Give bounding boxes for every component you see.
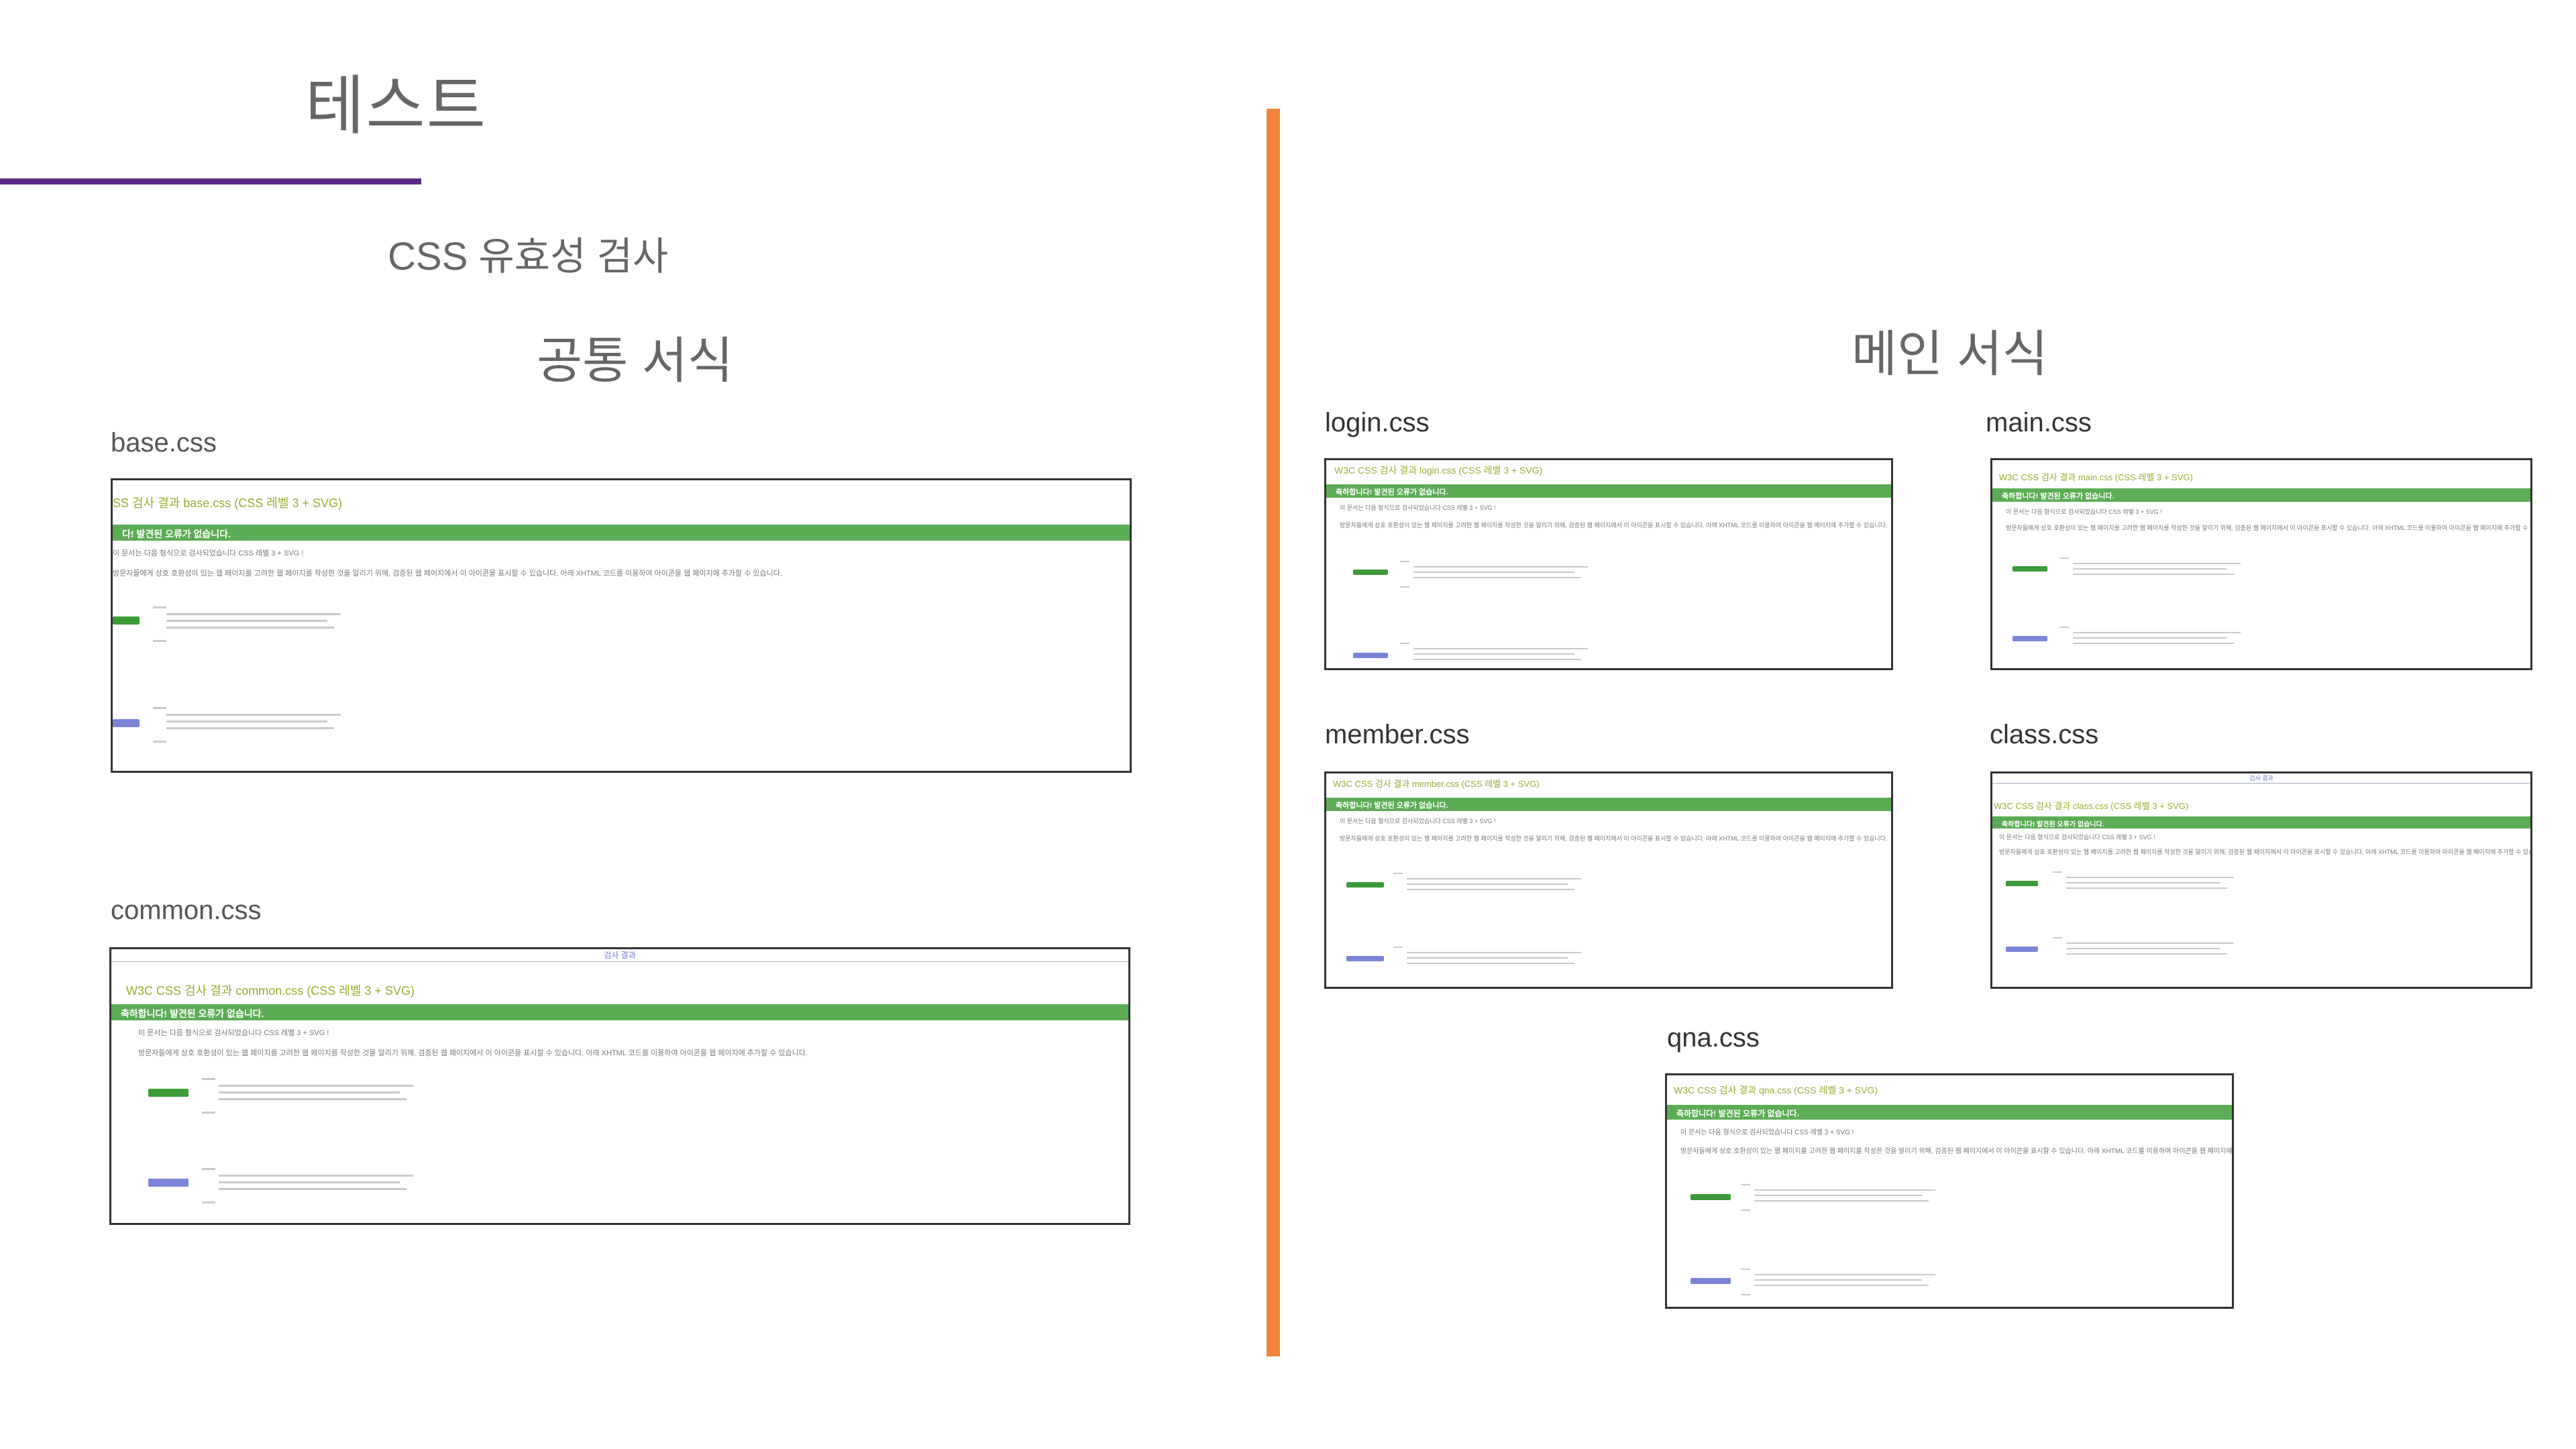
file-label-class: class.css <box>1990 720 2099 749</box>
valid-css-badge <box>1690 1194 1731 1200</box>
vertical-divider <box>1267 109 1280 1356</box>
section-title-main: 메인 서식 <box>1851 326 2048 382</box>
valid-css-badge <box>1353 653 1388 658</box>
screenshot-member: W3C CSS 검사 결과 member.css (CSS 레벨 3 + SVG… <box>1324 771 1893 989</box>
valid-css-badge <box>2006 881 2038 886</box>
valid-css-badge <box>2012 636 2047 641</box>
screenshot-login: W3C CSS 검사 결과 login.css (CSS 레벨 3 + SVG)… <box>1324 458 1893 670</box>
file-label-common: common.css <box>111 896 262 925</box>
file-label-login: login.css <box>1325 408 1430 437</box>
valid-css-badge <box>2006 947 2038 952</box>
valid-css-badge <box>1346 882 1384 888</box>
valid-css-badge <box>1346 956 1384 961</box>
section-title-common: 공통 서식 <box>537 333 733 388</box>
valid-css-badge <box>148 1179 189 1187</box>
screenshot-qna: W3C CSS 검사 결과 qna.css (CSS 레벨 3 + SVG) 축… <box>1665 1073 2234 1309</box>
file-label-qna: qna.css <box>1667 1023 1760 1053</box>
screenshot-common: 검사 결과 W3C CSS 검사 결과 common.css (CSS 레벨 3… <box>109 947 1130 1225</box>
valid-css-badge <box>113 616 140 625</box>
valid-css-badge <box>1353 570 1388 575</box>
valid-css-badge <box>2012 566 2047 572</box>
screenshot-base: SS 검사 결과 base.css (CSS 레벨 3 + SVG) 다! 발견… <box>111 478 1132 773</box>
valid-css-badge <box>1690 1278 1731 1284</box>
valid-css-badge <box>113 719 140 727</box>
file-label-base: base.css <box>111 428 217 458</box>
valid-css-badge <box>148 1089 189 1097</box>
file-label-main: main.css <box>1986 408 2092 437</box>
page-subtitle: CSS 유효성 검사 <box>388 235 669 278</box>
screenshot-class: 검사 결과 W3C CSS 검사 결과 class.css (CSS 레벨 3 … <box>1990 771 2532 989</box>
file-label-member: member.css <box>1325 720 1470 749</box>
screenshot-main: W3C CSS 검사 결과 main.css (CSS 레벨 3 + SVG) … <box>1990 458 2532 670</box>
page-title: 테스트 <box>305 70 487 142</box>
title-underline <box>0 178 421 184</box>
